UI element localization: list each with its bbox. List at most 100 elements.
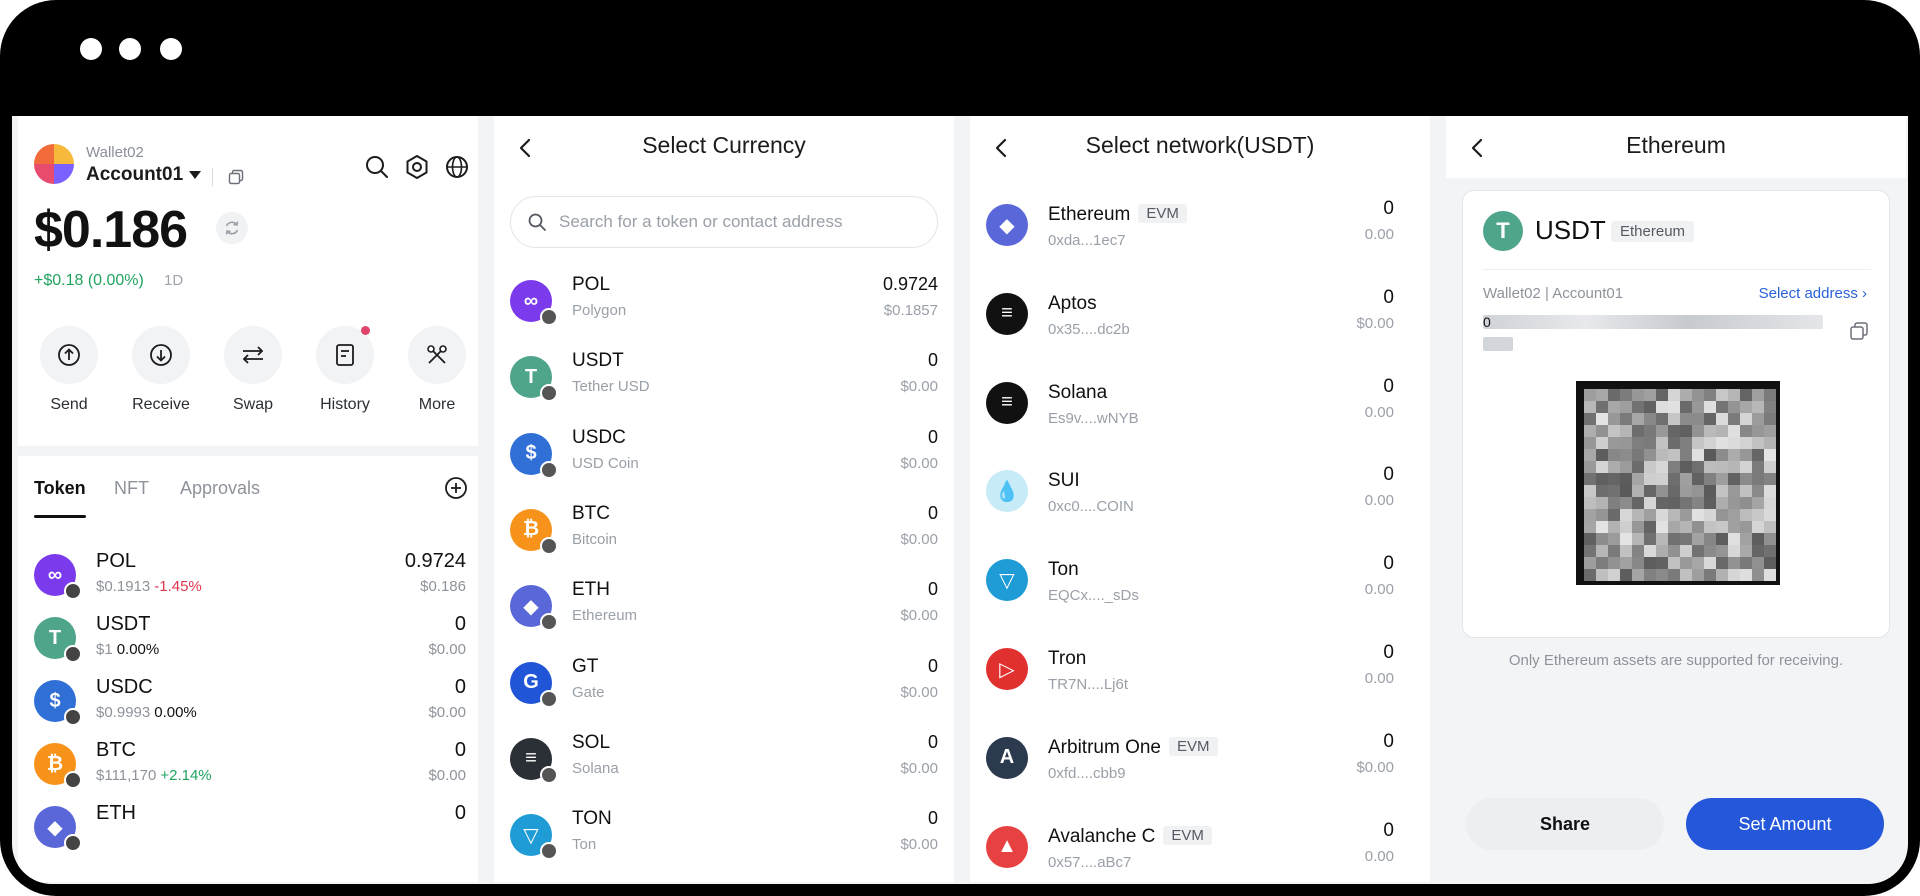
token-row[interactable]: ◆ ETH 0 — [34, 800, 466, 862]
divider — [212, 168, 213, 186]
qr-cell — [1704, 425, 1716, 437]
qr-cell — [1740, 449, 1752, 461]
token-symbol: POL — [96, 550, 137, 572]
qr-cell — [1656, 569, 1668, 581]
currency-row[interactable]: ◆ ETH Ethereum 0 $0.00 — [510, 579, 938, 645]
qr-cell — [1764, 497, 1776, 509]
qr-cell — [1692, 509, 1704, 521]
more-button[interactable]: More — [402, 326, 472, 414]
qr-cell — [1680, 521, 1692, 533]
network-row[interactable]: ≡ Aptos 0x35....dc2b 0 $0.00 — [986, 285, 1414, 361]
settings-icon[interactable] — [404, 154, 430, 180]
token-row[interactable]: T USDT $1 0.00% 0 $0.00 — [34, 611, 466, 673]
search-input[interactable]: Search for a token or contact address — [510, 196, 938, 248]
network-row[interactable]: ≡ Solana Es9v....wNYB 0 0.00 — [986, 374, 1414, 450]
tab-token[interactable]: Token — [34, 478, 86, 499]
qr-cell — [1752, 389, 1764, 401]
select-address-link[interactable]: Select address › — [1759, 285, 1867, 302]
qr-cell — [1728, 557, 1740, 569]
wallet-home-screen: Wallet02 Account01 $0.186 +$0.18 (0.00%)… — [18, 116, 478, 882]
qr-cell — [1656, 533, 1668, 545]
qr-cell — [1644, 545, 1656, 557]
qr-cell — [1716, 437, 1728, 449]
history-icon — [336, 344, 354, 366]
token-row[interactable]: ∞ POL $0.1913 -1.45% 0.9724 $0.186 — [34, 548, 466, 610]
action-label: History — [320, 396, 370, 413]
qr-cell — [1632, 509, 1644, 521]
chain-badge-icon — [64, 645, 82, 663]
qr-cell — [1764, 389, 1776, 401]
receive-button[interactable]: Receive — [126, 326, 196, 414]
network-row[interactable]: ◆ Ethereum EVM 0xda...1ec7 0 0.00 — [986, 196, 1414, 272]
window-titlebar — [0, 0, 1920, 116]
token-change: 0.00% — [116, 641, 160, 658]
qr-cell — [1620, 557, 1632, 569]
page-title: Select Currency — [642, 132, 806, 158]
set-amount-button[interactable]: Set Amount — [1686, 798, 1884, 850]
refresh-button[interactable] — [216, 212, 248, 244]
qr-cell — [1596, 425, 1608, 437]
history-button[interactable]: History — [310, 326, 380, 414]
qr-cell — [1620, 485, 1632, 497]
contract-address: 0xda...1ec7 — [1048, 232, 1126, 249]
tab-nft[interactable]: NFT — [114, 478, 149, 499]
token-row[interactable]: $ USDC $0.9993 0.00% 0 $0.00 — [34, 674, 466, 736]
network-name: Avalanche C — [1048, 825, 1156, 847]
token-row[interactable]: ₿ BTC $111,170 +2.14% 0 $0.00 — [34, 737, 466, 799]
send-button[interactable]: Send — [34, 326, 104, 414]
receive-card: T USDT Ethereum Wallet02 | Account01 Sel… — [1462, 190, 1890, 638]
currency-row[interactable]: G GT Gate 0 $0.00 — [510, 656, 938, 722]
share-button[interactable]: Share — [1466, 798, 1664, 850]
contract-address: 0xfd....cbb9 — [1048, 764, 1126, 782]
currency-row[interactable]: ₿ BTC Bitcoin 0 $0.00 — [510, 503, 938, 569]
search-icon — [528, 213, 546, 231]
qr-cell — [1752, 545, 1764, 557]
qr-cell — [1680, 557, 1692, 569]
qr-cell — [1704, 413, 1716, 425]
currency-row[interactable]: ▽ TON Ton 0 $0.00 — [510, 808, 938, 874]
qr-cell — [1656, 473, 1668, 485]
page-title: Ethereum — [1626, 132, 1726, 158]
copy-icon[interactable] — [1849, 321, 1869, 341]
network-value: 0.00 — [1364, 492, 1394, 510]
currency-amount: 0 — [927, 808, 938, 829]
add-token-icon[interactable] — [444, 476, 468, 500]
qr-cell — [1728, 521, 1740, 533]
qr-cell — [1632, 497, 1644, 509]
qr-cell — [1740, 569, 1752, 581]
globe-icon[interactable] — [444, 154, 470, 180]
qr-cell — [1632, 545, 1644, 557]
qr-cell — [1728, 545, 1740, 557]
network-row[interactable]: ▲ Avalanche C EVM 0x57....aBc7 0 0.00 — [986, 818, 1414, 882]
network-row[interactable]: 💧 SUI 0xc0....COIN 0 0.00 — [986, 462, 1414, 538]
chain-badge-icon — [540, 536, 558, 555]
page-title: Select network(USDT) — [1085, 132, 1315, 158]
copy-icon[interactable] — [228, 169, 244, 185]
qr-cell — [1644, 509, 1656, 521]
screens-stage: Wallet02 Account01 $0.186 +$0.18 (0.00%)… — [12, 116, 1908, 884]
address-blur-bar — [1483, 337, 1513, 351]
network-row[interactable]: A Arbitrum One EVM 0xfd....cbb9 0 $0.00 — [986, 729, 1414, 805]
qr-cell — [1668, 485, 1680, 497]
avatar[interactable] — [34, 144, 74, 184]
currency-row[interactable]: ≡ SOL Solana 0 $0.00 — [510, 732, 938, 798]
qr-cell — [1644, 557, 1656, 569]
qr-cell — [1692, 473, 1704, 485]
network-row[interactable]: ▷ Tron TR7N....Lj6t 0 0.00 — [986, 640, 1414, 716]
qr-cell — [1716, 461, 1728, 473]
qr-cell — [1620, 413, 1632, 425]
account-name[interactable]: Account01 — [86, 164, 183, 186]
network-row[interactable]: ▽ Ton EQCx...._sDs 0 0.00 — [986, 551, 1414, 627]
currency-row[interactable]: $ USDC USD Coin 0 $0.00 — [510, 427, 938, 493]
token-change: -1.45% — [154, 578, 202, 595]
currency-row[interactable]: T USDT Tether USD 0 $0.00 — [510, 350, 938, 416]
qr-cell — [1644, 437, 1656, 449]
token-change: 0.00% — [154, 704, 197, 721]
search-icon[interactable] — [364, 154, 390, 180]
currency-row[interactable]: ∞ POL Polygon 0.9724 $0.1857 — [510, 274, 938, 340]
chevron-down-icon[interactable] — [189, 171, 201, 179]
tab-approvals[interactable]: Approvals — [180, 478, 260, 499]
qr-cell — [1716, 425, 1728, 437]
qr-cell — [1692, 413, 1704, 425]
swap-button[interactable]: Swap — [218, 326, 288, 414]
